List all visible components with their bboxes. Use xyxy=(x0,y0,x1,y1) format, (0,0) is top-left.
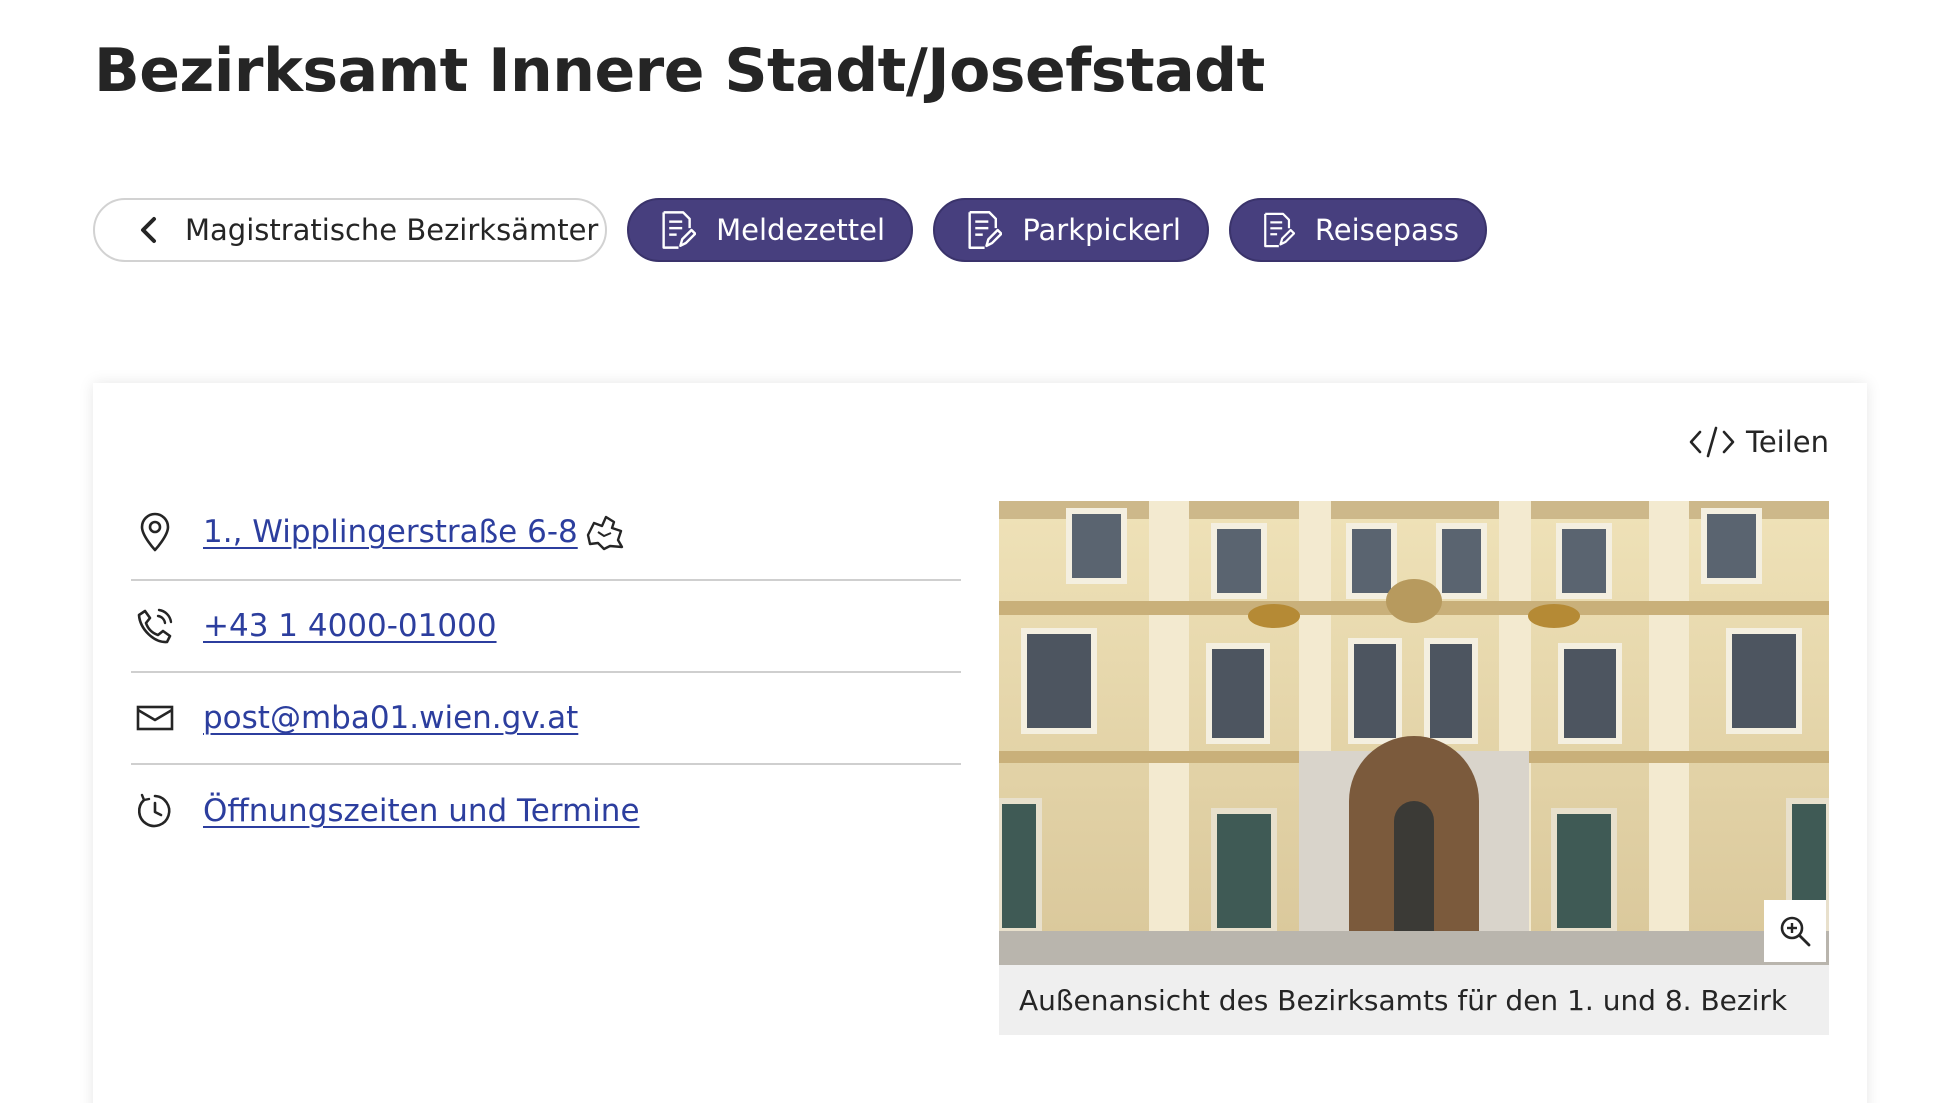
meldezettel-button[interactable]: Meldezettel xyxy=(627,198,913,262)
district-map-icon[interactable] xyxy=(584,513,626,551)
contact-phone-row: +43 1 4000-01000 xyxy=(131,581,961,673)
address-link[interactable]: 1., Wipplingerstraße 6-8 xyxy=(203,514,578,550)
contact-address-row: 1., Wipplingerstraße 6-8 xyxy=(131,485,961,581)
email-link[interactable]: post@mba01.wien.gv.at xyxy=(203,700,578,736)
clock-icon xyxy=(131,789,179,833)
contact-email-row: post@mba01.wien.gv.at xyxy=(131,673,961,765)
zoom-in-icon xyxy=(1780,916,1811,947)
contact-hours-row: Öffnungszeiten und Termine xyxy=(131,765,961,857)
document-edit-icon xyxy=(662,211,697,249)
phone-icon xyxy=(131,604,179,648)
contact-list: 1., Wipplingerstraße 6-8 +43 1 4000-0100… xyxy=(131,485,961,857)
office-image-figure: Außenansicht des Bezirksamts für den 1. … xyxy=(999,501,1829,1035)
phone-link[interactable]: +43 1 4000-01000 xyxy=(203,608,497,644)
share-button[interactable]: Teilen xyxy=(1688,425,1829,459)
opening-hours-link[interactable]: Öffnungszeiten und Termine xyxy=(203,793,640,829)
office-info-card: Teilen 1., Wipplingerstraße 6-8 +43 1 40… xyxy=(93,383,1867,1103)
reisepass-label: Reisepass xyxy=(1314,213,1459,247)
envelope-icon xyxy=(131,696,179,740)
back-to-bezirksaemter-button[interactable]: Magistratische Bezirksämter xyxy=(93,198,607,262)
document-edit-icon xyxy=(968,211,1003,249)
meldezettel-label: Meldezettel xyxy=(716,213,885,247)
share-label: Teilen xyxy=(1746,425,1829,459)
reisepass-button[interactable]: Reisepass xyxy=(1229,198,1487,262)
image-caption: Außenansicht des Bezirksamts für den 1. … xyxy=(999,965,1829,1035)
document-edit-icon xyxy=(1264,212,1295,248)
zoom-image-button[interactable] xyxy=(1764,900,1826,962)
location-pin-icon xyxy=(131,510,179,554)
parkpickerl-button[interactable]: Parkpickerl xyxy=(933,198,1209,262)
page: Bezirksamt Innere Stadt/Josefstadt Magis… xyxy=(0,0,1960,1103)
code-share-icon xyxy=(1689,426,1735,458)
navigation-pills: Magistratische Bezirksämter Meldezettel xyxy=(93,198,1487,262)
office-building-photo xyxy=(999,501,1829,965)
parkpickerl-label: Parkpickerl xyxy=(1022,213,1181,247)
back-button-label: Magistratische Bezirksämter xyxy=(185,213,599,247)
chevron-left-icon xyxy=(141,217,156,243)
page-title: Bezirksamt Innere Stadt/Josefstadt xyxy=(94,36,1265,106)
